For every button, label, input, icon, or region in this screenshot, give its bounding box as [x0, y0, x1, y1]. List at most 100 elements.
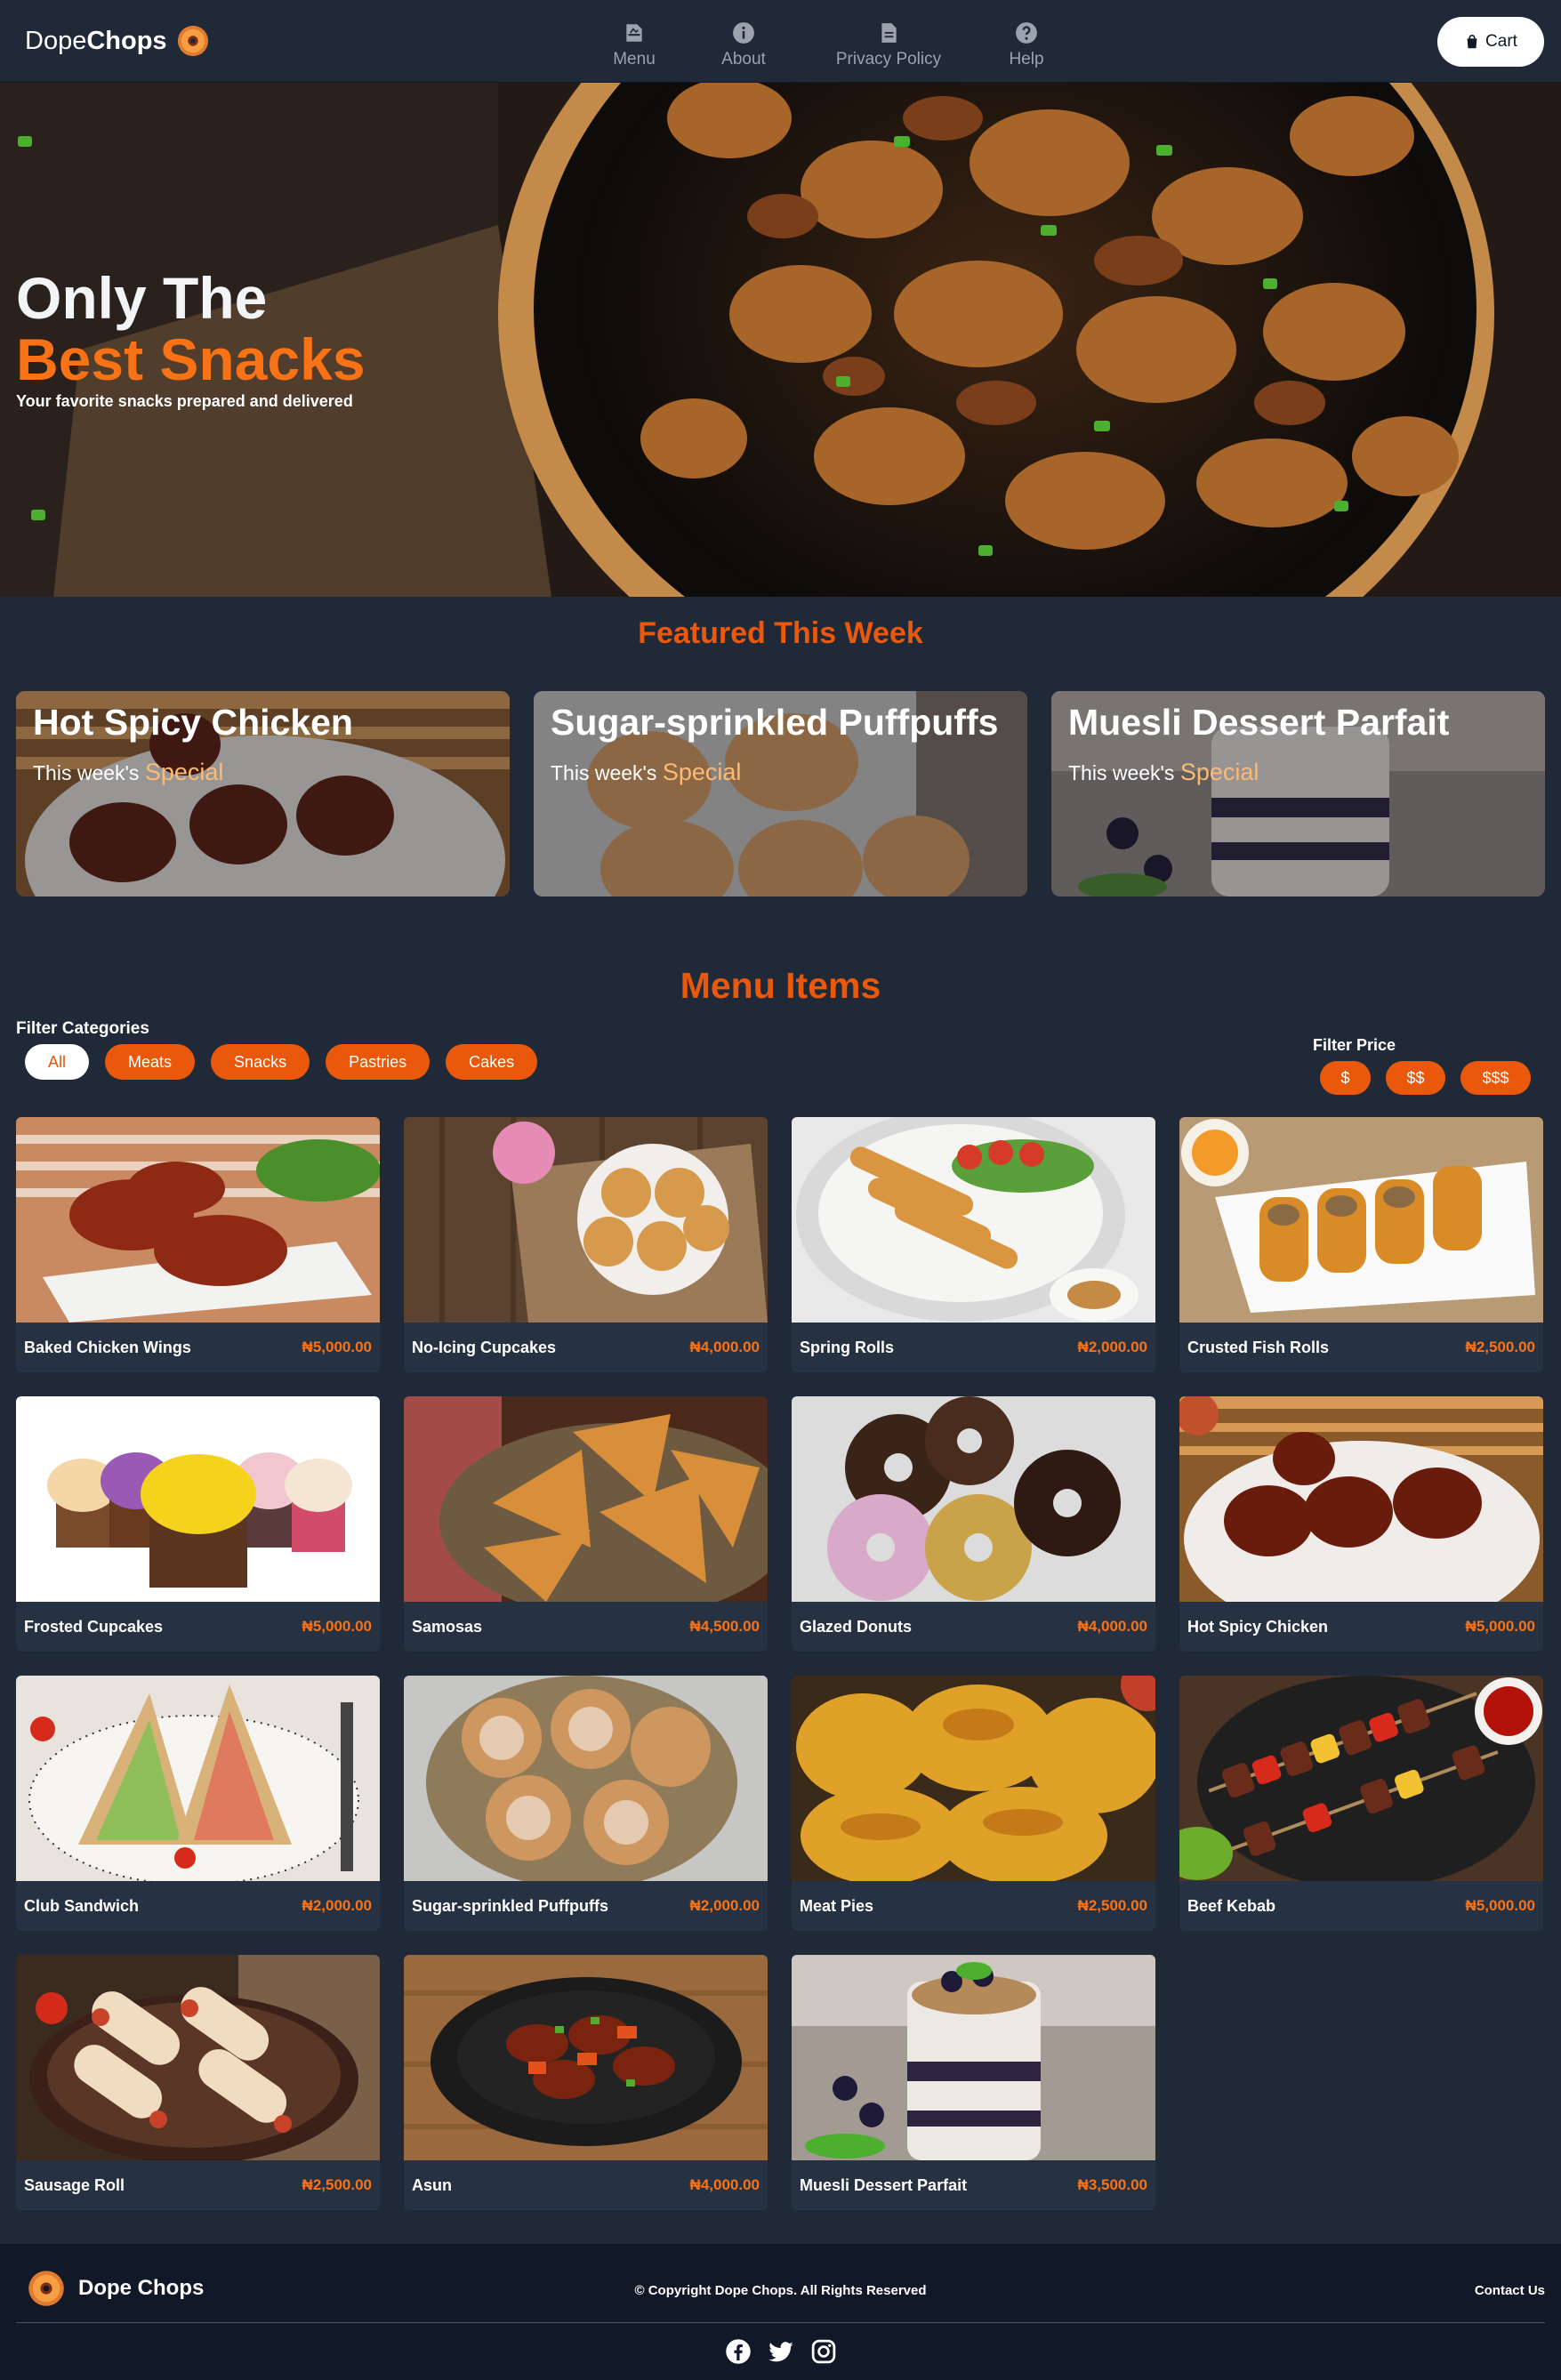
menu-item-name: Asun	[412, 2175, 452, 2194]
menu-item-price: ₦5,000.00	[302, 1618, 372, 1635]
filter-all-button[interactable]: All	[25, 1044, 90, 1080]
featured-item-name: Sugar-sprinkled Puffpuffs	[551, 702, 999, 743]
social-links	[725, 2338, 837, 2365]
nav-help[interactable]: Help	[973, 21, 1080, 69]
nav-privacy-label: Privacy Policy	[835, 50, 942, 68]
menu-item-price: ₦5,000.00	[1465, 1618, 1535, 1635]
menu-item-image	[792, 1676, 1155, 1881]
help-icon	[1016, 22, 1037, 44]
menu-item-price: ₦2,500.00	[1077, 1897, 1147, 1914]
document-icon	[881, 23, 897, 43]
price-filter-high-button[interactable]: $$$	[1460, 1061, 1531, 1095]
price-filter-mid-button[interactable]: $$	[1386, 1061, 1445, 1095]
menu-item-price: ₦5,000.00	[302, 1339, 372, 1355]
brand-name-light: Dope	[25, 26, 87, 55]
nav-help-label: Help	[1009, 50, 1044, 68]
menu-item-name: Club Sandwich	[24, 1896, 140, 1915]
menu-item-card[interactable]: Baked Chicken Wings ₦5,000.00	[16, 1117, 380, 1372]
cart-label: Cart	[1485, 32, 1517, 51]
menu-item-card[interactable]: Hot Spicy Chicken ₦5,000.00	[1179, 1396, 1543, 1652]
menu-item-name: Sausage Roll	[24, 2175, 125, 2194]
price-filters: $ $$ $$$	[1320, 1061, 1531, 1095]
shopping-bag-icon	[1467, 35, 1477, 49]
instagram-icon[interactable]	[810, 2338, 837, 2365]
featured-tagline-prefix: This week's	[551, 761, 657, 784]
menu-item-card[interactable]: Glazed Donuts ₦4,000.00	[792, 1396, 1155, 1652]
top-navbar: DopeChops Menu About Privacy Policy Help…	[0, 0, 1561, 83]
menu-item-price: ₦4,000.00	[1077, 1618, 1147, 1635]
featured-tagline-accent: Special	[1179, 759, 1259, 785]
menu-item-card[interactable]: Sugar-sprinkled Puffpuffs ₦2,000.00	[404, 1676, 768, 1931]
filter-cakes-button[interactable]: Cakes	[446, 1044, 538, 1080]
price-filter-low-button[interactable]: $	[1320, 1061, 1371, 1095]
featured-tagline-prefix: This week's	[33, 761, 140, 784]
menu-item-image	[16, 1955, 380, 2160]
menu-book-icon	[626, 24, 642, 42]
menu-item-image	[16, 1676, 380, 1881]
featured-item-name: Hot Spicy Chicken	[33, 702, 353, 743]
filter-meats-button[interactable]: Meats	[105, 1044, 196, 1080]
brand-name-bold: Chops	[86, 26, 167, 55]
filter-categories-label: Filter Categories	[16, 1019, 149, 1038]
menu-item-card[interactable]: Frosted Cupcakes ₦5,000.00	[16, 1396, 380, 1652]
menu-item-price: ₦5,000.00	[1465, 1897, 1535, 1914]
featured-item-name: Muesli Dessert Parfait	[1068, 702, 1450, 743]
menu-item-price: ₦2,500.00	[302, 2176, 372, 2193]
filter-pastries-button[interactable]: Pastries	[326, 1044, 430, 1080]
menu-item-price: ₦2,500.00	[1465, 1339, 1535, 1355]
menu-item-card[interactable]: Crusted Fish Rolls ₦2,500.00	[1179, 1117, 1543, 1372]
menu-item-card[interactable]: Spring Rolls ₦2,000.00	[792, 1117, 1155, 1372]
facebook-icon[interactable]	[725, 2338, 752, 2365]
twitter-icon[interactable]	[768, 2338, 794, 2365]
menu-item-image	[16, 1117, 380, 1323]
filter-snacks-button[interactable]: Snacks	[211, 1044, 310, 1080]
menu-item-image	[1179, 1676, 1543, 1881]
filter-price-label: Filter Price	[1313, 1036, 1396, 1054]
menu-item-price: ₦4,500.00	[689, 1618, 760, 1635]
hero-text: Only The Best Snacks Your favorite snack…	[16, 268, 366, 411]
menu-item-name: Samosas	[412, 1617, 483, 1636]
featured-card[interactable]: Sugar-sprinkled Puffpuffs This week's Sp…	[534, 691, 1027, 897]
menu-item-image	[792, 1396, 1155, 1602]
brand-logo[interactable]: DopeChops	[25, 21, 210, 60]
hero-subtitle: Your favorite snacks prepared and delive…	[16, 392, 353, 410]
menu-item-price: ₦2,000.00	[689, 1897, 760, 1914]
featured-card[interactable]: Muesli Dessert Parfait This week's Speci…	[1051, 691, 1545, 897]
menu-item-image	[404, 1955, 768, 2160]
menu-item-name: Baked Chicken Wings	[24, 1338, 191, 1356]
nav-privacy-policy[interactable]: Privacy Policy	[813, 21, 964, 69]
menu-item-image	[1179, 1396, 1543, 1602]
footer: Dope Chops © Copyright Dope Chops. All R…	[0, 2244, 1561, 2380]
hero-heading-line2: Best Snacks	[16, 326, 366, 392]
featured-section-title: Featured This Week	[638, 616, 923, 650]
info-icon	[733, 22, 754, 44]
menu-item-card[interactable]: Beef Kebab ₦5,000.00	[1179, 1676, 1543, 1931]
menu-item-image	[404, 1396, 768, 1602]
contact-us-link[interactable]: Contact Us	[1475, 2283, 1545, 2298]
menu-item-name: No-Icing Cupcakes	[412, 1338, 557, 1356]
menu-item-card[interactable]: Asun ₦4,000.00	[404, 1955, 768, 2210]
nav-about[interactable]: About	[683, 21, 804, 69]
menu-item-name: Frosted Cupcakes	[24, 1617, 164, 1636]
menu-item-price: ₦2,000.00	[302, 1897, 372, 1914]
menu-item-card[interactable]: Sausage Roll ₦2,500.00	[16, 1955, 380, 2210]
menu-item-card[interactable]: Muesli Dessert Parfait ₦3,500.00	[792, 1955, 1155, 2210]
menu-item-image	[16, 1396, 380, 1602]
nav-menu[interactable]: Menu	[594, 21, 674, 69]
menu-item-price: ₦4,000.00	[689, 1339, 760, 1355]
featured-tagline-accent: Special	[662, 759, 742, 785]
featured-tagline-prefix: This week's	[1068, 761, 1175, 784]
cart-button[interactable]: Cart	[1437, 17, 1544, 67]
menu-item-image	[404, 1117, 768, 1323]
featured-card[interactable]: Hot Spicy Chicken This week's Special	[16, 691, 510, 897]
hero-heading-line1: Only The	[16, 265, 268, 331]
featured-tagline: This week's Special	[1068, 759, 1259, 786]
category-filters: All Meats Snacks Pastries Cakes	[25, 1044, 538, 1080]
menu-item-card[interactable]: Meat Pies ₦2,500.00	[792, 1676, 1155, 1931]
menu-item-name: Hot Spicy Chicken	[1187, 1617, 1329, 1636]
menu-item-image	[1179, 1117, 1543, 1323]
menu-item-name: Glazed Donuts	[800, 1617, 913, 1636]
menu-item-card[interactable]: No-Icing Cupcakes ₦4,000.00	[404, 1117, 768, 1372]
menu-item-card[interactable]: Samosas ₦4,500.00	[404, 1396, 768, 1652]
menu-item-card[interactable]: Club Sandwich ₦2,000.00	[16, 1676, 380, 1931]
